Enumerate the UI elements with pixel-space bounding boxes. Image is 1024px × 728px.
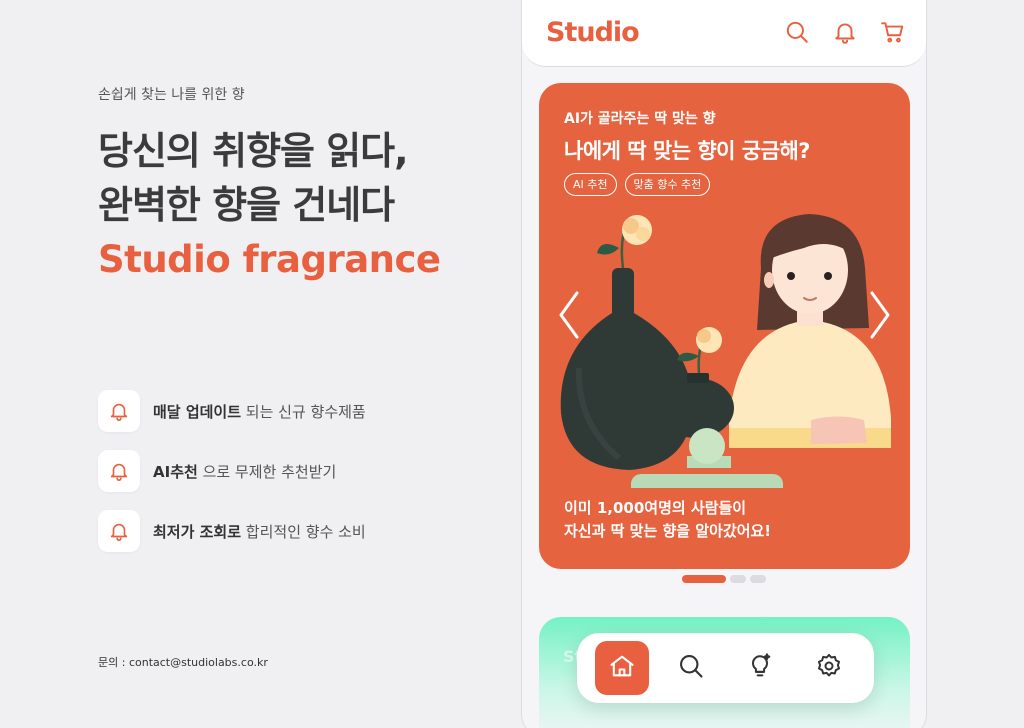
banner-subtitle: AI가 골라주는 딱 맞는 향 bbox=[564, 111, 716, 127]
chevron-left-icon[interactable] bbox=[559, 291, 579, 339]
bell-icon bbox=[98, 390, 140, 432]
search-icon[interactable] bbox=[784, 19, 810, 45]
lightbulb-icon bbox=[746, 652, 774, 684]
headline-line-2: 완벽한 향을 건네다 bbox=[98, 183, 395, 227]
bell-icon bbox=[98, 450, 140, 492]
feature-item: AI추천 으로 무제한 추천받기 bbox=[98, 450, 428, 492]
chip-custom-recommend[interactable]: 맞춤 향수 추천 bbox=[624, 173, 711, 196]
nav-search[interactable] bbox=[664, 641, 718, 695]
phone-mockup: Studio AI가 골라주는 딱 맞는 향 나에게 딱 맞는 향이 궁금해? … bbox=[521, 0, 927, 728]
feature-item: 매달 업데이트 되는 신규 향수제품 bbox=[98, 390, 428, 432]
bell-icon bbox=[98, 510, 140, 552]
feature-list: 매달 업데이트 되는 신규 향수제품 AI추천 으로 무제한 추천받기 최저가 … bbox=[98, 390, 428, 570]
carousel-dot-3[interactable] bbox=[750, 575, 766, 583]
contact-email[interactable]: 문의 : contact@studiolabs.co.kr bbox=[98, 654, 268, 670]
promo-section: 손쉽게 찾는 나를 위한 향 당신의 취향을 읽다, 완벽한 향을 건네다 St… bbox=[98, 0, 498, 728]
nav-recommend[interactable] bbox=[733, 641, 787, 695]
feature-bold: AI추천 bbox=[153, 462, 198, 481]
feature-bold: 최저가 조회로 bbox=[153, 522, 242, 541]
home-icon bbox=[608, 652, 636, 684]
nav-settings[interactable] bbox=[802, 641, 856, 695]
app-header: Studio bbox=[522, 0, 926, 67]
banner-title: 나에게 딱 맞는 향이 궁금해? bbox=[564, 139, 810, 163]
feature-rest: 합리적인 향수 소비 bbox=[241, 522, 366, 541]
app-logo[interactable]: Studio bbox=[546, 17, 640, 48]
carousel-indicator bbox=[682, 575, 766, 583]
chip-ai-recommend[interactable]: AI 추천 bbox=[564, 173, 617, 196]
banner-footer-line-1: 이미 1,000여명의 사람들이 bbox=[564, 499, 747, 517]
promo-headline: 당신의 취향을 읽다, 완벽한 향을 건네다 bbox=[98, 124, 409, 232]
person-illustration bbox=[729, 214, 891, 448]
feature-bold: 매달 업데이트 bbox=[153, 402, 242, 421]
nav-home[interactable] bbox=[594, 641, 649, 695]
brand-name: Studio fragrance bbox=[98, 238, 441, 281]
banner-footer: 이미 1,000여명의 사람들이 자신과 딱 맞는 향을 알아갔어요! bbox=[564, 497, 771, 543]
carousel-dot-2[interactable] bbox=[730, 575, 746, 583]
headline-line-1: 당신의 취향을 읽다, bbox=[98, 129, 409, 173]
feature-item: 최저가 조회로 합리적인 향수 소비 bbox=[98, 510, 428, 552]
feature-rest: 되는 신규 향수제품 bbox=[241, 402, 366, 421]
gear-icon bbox=[815, 652, 843, 684]
search-icon bbox=[677, 652, 705, 684]
banner-chips: AI 추천 맞춤 향수 추천 bbox=[564, 173, 711, 196]
banner-illustration bbox=[559, 214, 891, 488]
feature-rest: 으로 무제한 추천받기 bbox=[197, 462, 337, 481]
carousel-dot-1[interactable] bbox=[682, 575, 726, 583]
cart-icon[interactable] bbox=[880, 19, 906, 45]
banner-footer-line-2: 자신과 딱 맞는 향을 알아갔어요! bbox=[564, 522, 772, 540]
promo-tagline: 손쉽게 찾는 나를 위한 향 bbox=[98, 87, 245, 103]
hero-banner[interactable]: AI가 골라주는 딱 맞는 향 나에게 딱 맞는 향이 궁금해? AI 추천 맞… bbox=[539, 83, 910, 569]
bell-icon[interactable] bbox=[832, 19, 858, 45]
bottom-navigation bbox=[577, 633, 874, 703]
chevron-right-icon[interactable] bbox=[870, 291, 890, 339]
